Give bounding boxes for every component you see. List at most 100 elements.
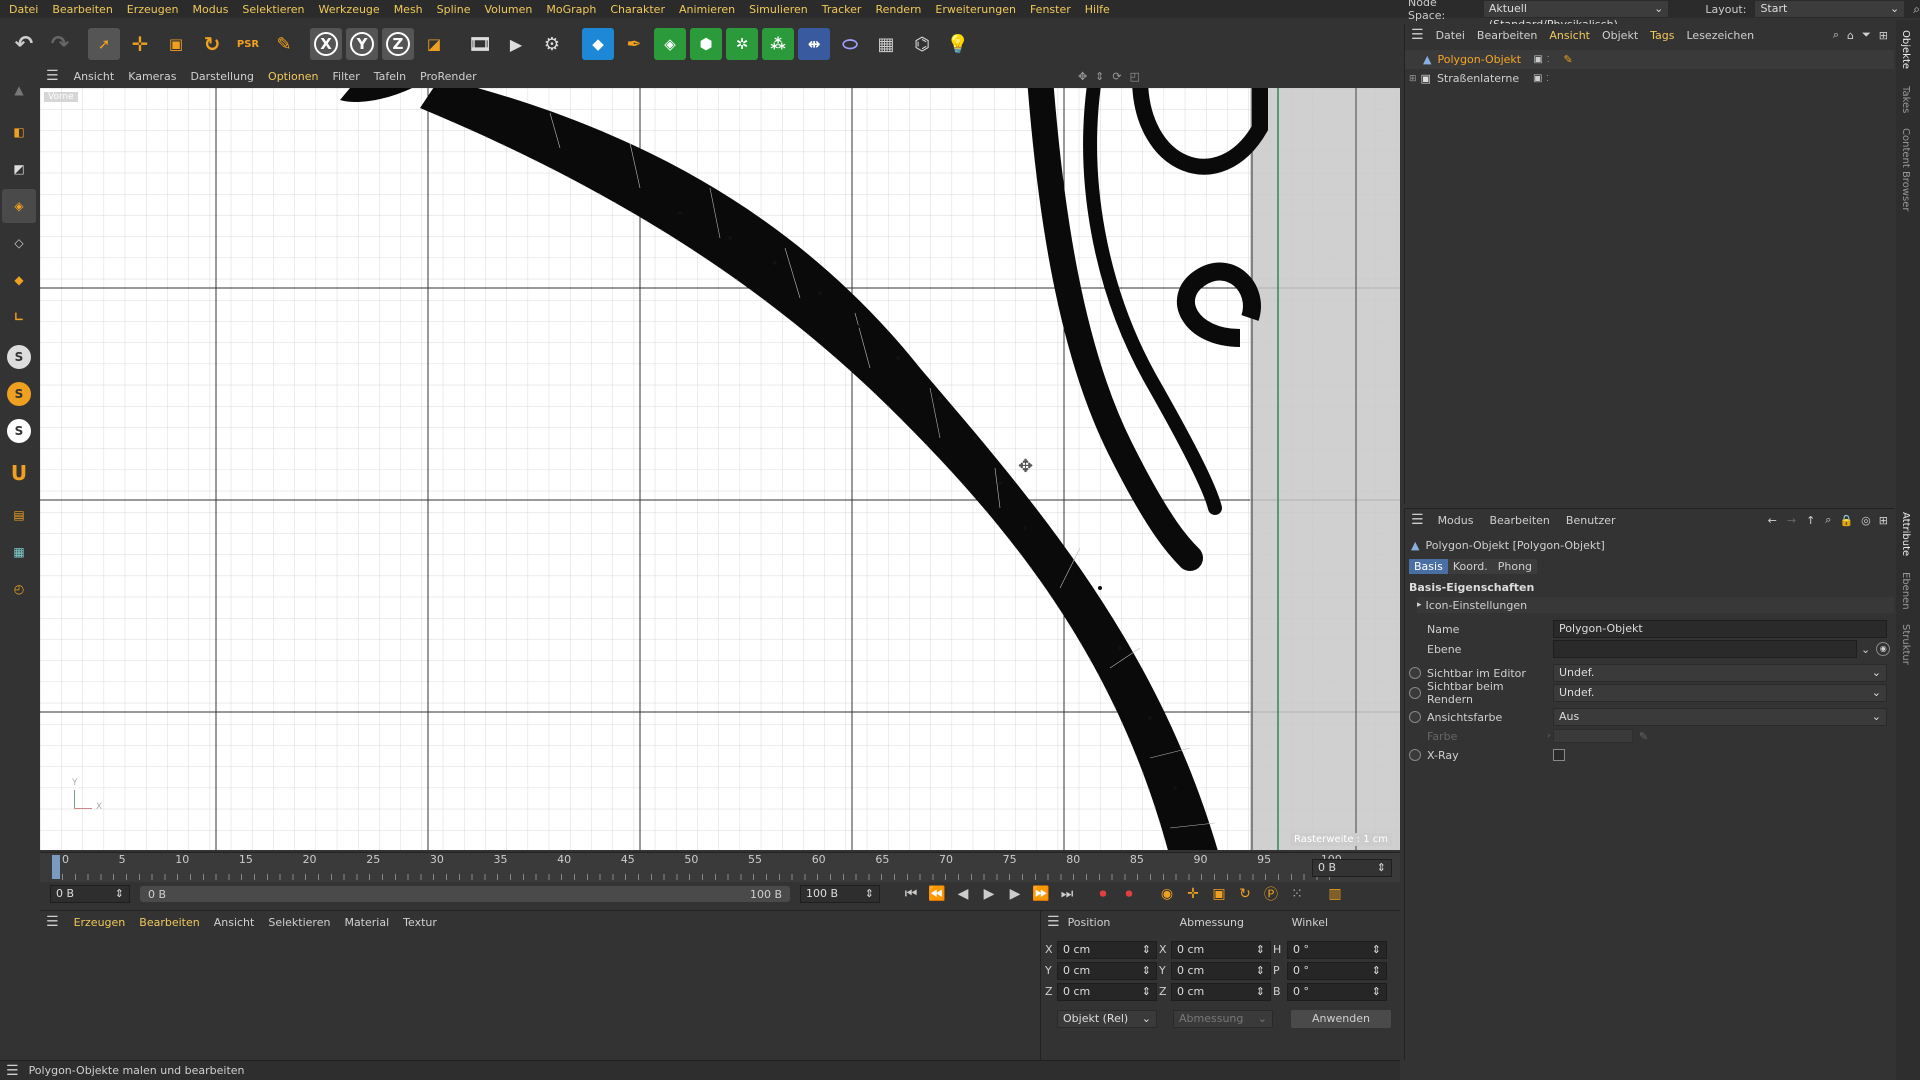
render-visibility-select[interactable]: Undef. ⌄ xyxy=(1553,684,1887,702)
xray-checkbox[interactable] xyxy=(1553,749,1565,761)
side-tab-attribute[interactable]: Attribute xyxy=(1900,512,1911,556)
start-frame-field[interactable]: 0 B ⇕ xyxy=(50,885,130,903)
viewport[interactable]: Vorne Y X Rasterweite : 1 cm ✥ xyxy=(40,88,1400,850)
name-input[interactable]: Polygon-Objekt xyxy=(1553,620,1887,638)
obj-menu-objekt[interactable]: Objekt xyxy=(1596,29,1644,42)
viewport-menu-filter[interactable]: Filter xyxy=(325,70,366,83)
editor-visibility-select[interactable]: Undef. ⌄ xyxy=(1553,664,1887,682)
viewport-menu-ansicht[interactable]: Ansicht xyxy=(67,70,122,83)
anim-radio[interactable] xyxy=(1409,687,1421,699)
menu-mesh[interactable]: Mesh xyxy=(387,3,430,16)
key-pla-icon[interactable]: ⁙ xyxy=(1284,881,1310,907)
scale-icon[interactable]: ▣ xyxy=(160,28,192,60)
search-icon[interactable]: ⌕ xyxy=(1833,28,1839,42)
visibility-dots-icon[interactable]: ⁚ xyxy=(1547,55,1550,64)
ang-h-field[interactable]: 0 ° ⇕ xyxy=(1287,940,1387,959)
redo-icon[interactable]: ↷ xyxy=(44,28,76,60)
back-arrow-icon[interactable]: ← xyxy=(1768,514,1777,527)
viewport-menu-kameras[interactable]: Kameras xyxy=(121,70,183,83)
menu-hilfe[interactable]: Hilfe xyxy=(1078,3,1117,16)
display-color-select[interactable]: Aus ⌄ xyxy=(1553,708,1887,726)
soft-selection-icon[interactable]: S xyxy=(2,377,36,411)
cloner-icon[interactable]: ✲ xyxy=(726,28,758,60)
goto-end-icon[interactable]: ⏭ xyxy=(1054,881,1080,907)
live-select-icon[interactable]: ✎ xyxy=(268,28,300,60)
layout-select[interactable]: Start ⌄ xyxy=(1754,0,1906,18)
camera-icon[interactable]: ⌬ xyxy=(906,28,938,60)
deformer-icon[interactable]: ⇹ xyxy=(798,28,830,60)
menu-icon[interactable]: ☰ xyxy=(1411,27,1424,43)
settings-icon[interactable]: ◎ xyxy=(1861,514,1871,527)
object-row[interactable]: ⊞ ▣ Straßenlaterne ▣ ⁚ xyxy=(1405,69,1894,88)
mat-menu-material[interactable]: Material xyxy=(337,916,396,929)
pen-icon[interactable]: ✒ xyxy=(618,28,650,60)
home-icon[interactable]: ⌂ xyxy=(1847,29,1854,42)
forward-arrow-icon[interactable]: → xyxy=(1787,514,1796,527)
tab-basis[interactable]: Basis xyxy=(1409,558,1448,574)
x-axis-icon[interactable]: X xyxy=(310,28,342,60)
tab-phong[interactable]: Phong xyxy=(1492,558,1538,574)
pos-z-field[interactable]: 0 cm ⇕ xyxy=(1057,982,1157,1001)
menu-werkzeuge[interactable]: Werkzeuge xyxy=(312,3,387,16)
menu-bearbeiten[interactable]: Bearbeiten xyxy=(45,3,119,16)
pos-x-field[interactable]: 0 cm ⇕ xyxy=(1057,940,1157,959)
tab-koord[interactable]: Koord. xyxy=(1447,558,1493,574)
menu-volumen[interactable]: Volumen xyxy=(477,3,539,16)
timeline-ruler[interactable]: 0 5 10 15 20 25 30 35 40 45 50 55 60 65 … xyxy=(40,852,1400,882)
maximize-icon[interactable]: ◰ xyxy=(1130,70,1140,83)
subdivision-icon[interactable]: ◈ xyxy=(654,28,686,60)
anim-radio[interactable] xyxy=(1409,711,1421,723)
mat-menu-erzeugen[interactable]: Erzeugen xyxy=(67,916,133,929)
orbit-icon[interactable]: ⟳ xyxy=(1112,70,1121,83)
object-name[interactable]: Straßenlaterne xyxy=(1437,72,1533,85)
attr-menu-modus[interactable]: Modus xyxy=(1430,514,1482,527)
render-view-icon[interactable]: 🎞 xyxy=(464,28,496,60)
symmetry-icon[interactable]: S xyxy=(2,414,36,448)
key-scale-icon[interactable]: ▣ xyxy=(1206,881,1232,907)
lock-icon[interactable]: 🔒 xyxy=(1839,514,1853,527)
mat-menu-bearbeiten[interactable]: Bearbeiten xyxy=(132,916,206,929)
light-icon[interactable]: 💡 xyxy=(942,28,974,60)
attr-menu-benutzer[interactable]: Benutzer xyxy=(1558,514,1624,527)
render-picture-viewer-icon[interactable]: ▶ xyxy=(500,28,532,60)
side-tab-struktur[interactable]: Struktur xyxy=(1900,624,1911,665)
paint-tag-icon[interactable]: ✎ xyxy=(1563,53,1572,66)
menu-icon[interactable]: ☰ xyxy=(6,1063,19,1079)
texture-mode-icon[interactable]: ◩ xyxy=(2,152,36,186)
select-icon[interactable]: ➚ xyxy=(88,28,120,60)
record-icon[interactable]: ⏺ xyxy=(1090,881,1116,907)
autokey-icon[interactable]: ⏺ xyxy=(1116,881,1142,907)
points-mode-icon[interactable]: ◈ xyxy=(2,189,36,223)
prev-frame-icon[interactable]: ◀ xyxy=(950,881,976,907)
menu-icon[interactable]: ☰ xyxy=(46,68,59,84)
ang-p-field[interactable]: 0 ° ⇕ xyxy=(1287,961,1387,980)
obj-menu-tags[interactable]: Tags xyxy=(1644,29,1680,42)
up-arrow-icon[interactable]: ↑ xyxy=(1806,514,1815,527)
prev-key-icon[interactable]: ⏪ xyxy=(924,881,950,907)
playhead[interactable] xyxy=(52,855,60,879)
mograph-icon[interactable]: ⁂ xyxy=(762,28,794,60)
object-name[interactable]: Polygon-Objekt xyxy=(1437,53,1533,66)
magnet-icon[interactable]: U xyxy=(2,456,36,490)
ang-b-field[interactable]: 0 ° ⇕ xyxy=(1287,982,1387,1001)
play-icon[interactable]: ▶ xyxy=(976,881,1002,907)
dim-z-field[interactable]: 0 cm ⇕ xyxy=(1171,982,1271,1001)
filter-icon[interactable]: ⏷ xyxy=(1862,28,1871,42)
visibility-dots-icon[interactable]: ⁚ xyxy=(1546,74,1549,83)
side-tab-objekte[interactable]: Objekte xyxy=(1900,30,1911,69)
icon-settings-row[interactable]: ▸ Icon-Einstellungen xyxy=(1417,597,1894,613)
goto-start-icon[interactable]: ⏮ xyxy=(898,881,924,907)
attr-menu-bearbeiten[interactable]: Bearbeiten xyxy=(1481,514,1557,527)
menu-icon[interactable]: ☰ xyxy=(46,914,59,930)
menu-mograph[interactable]: MoGraph xyxy=(539,3,603,16)
move-icon[interactable]: ✛ xyxy=(124,28,156,60)
polygons-mode-icon[interactable]: ◆ xyxy=(2,263,36,297)
rotate-icon[interactable]: ↻ xyxy=(196,28,228,60)
mat-menu-textur[interactable]: Textur xyxy=(396,916,444,929)
obj-menu-ansicht[interactable]: Ansicht xyxy=(1543,29,1596,42)
side-tab-content-browser[interactable]: Content Browser xyxy=(1900,128,1911,211)
extrude-icon[interactable]: ⬢ xyxy=(690,28,722,60)
coord-system-icon[interactable]: ◪ xyxy=(418,28,450,60)
mat-menu-selektieren[interactable]: Selektieren xyxy=(261,916,337,929)
menu-tracker[interactable]: Tracker xyxy=(815,3,869,16)
